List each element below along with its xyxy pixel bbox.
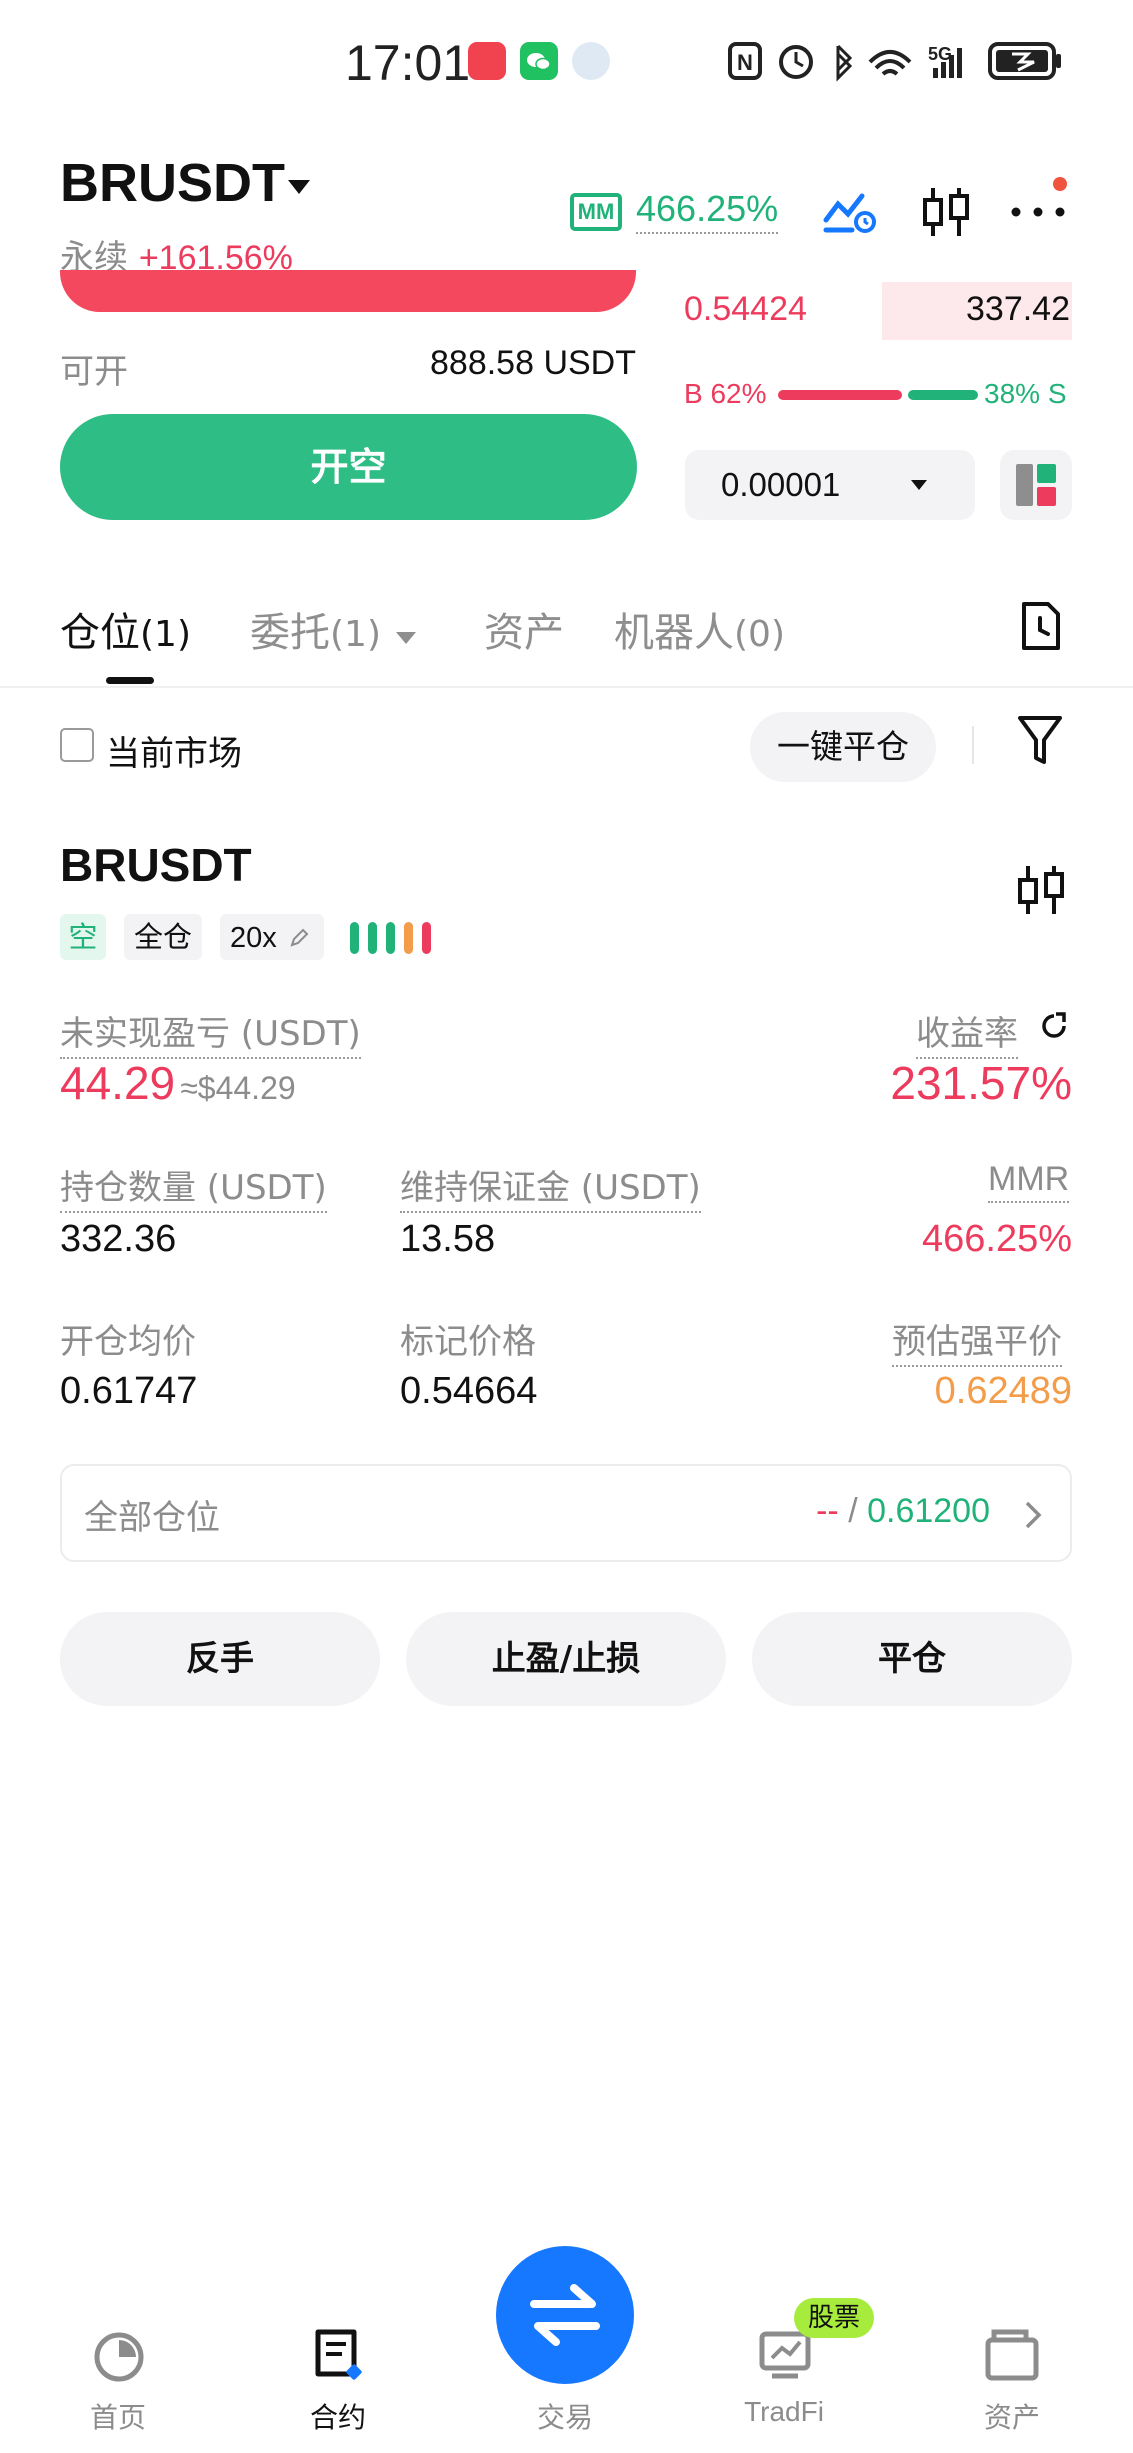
tab-orders[interactable]: 委托(1) [250, 600, 418, 658]
maint-margin-label[interactable]: 维持保证金 (USDT) [400, 1160, 701, 1213]
stocks-badge: 股票 [794, 2298, 874, 2338]
precision-value: 0.00001 [721, 466, 841, 503]
entry-price-label: 开仓均价 [60, 1322, 196, 1362]
open-long-button-fragment[interactable] [60, 270, 636, 312]
buy-ratio-bar [778, 390, 902, 400]
available-value: 888.58 USDT [430, 344, 636, 382]
status-time: 17:01 [345, 35, 471, 91]
all-positions-tpsl: -- / 0.61200 [816, 1492, 990, 1530]
filter-icon[interactable] [1016, 714, 1064, 768]
close-all-button[interactable]: 一键平仓 [750, 712, 936, 782]
mmr-label[interactable]: MMR [988, 1160, 1070, 1203]
unrealized-pnl: 44.29 ≈$44.29 [60, 1056, 296, 1110]
share-refresh-icon[interactable] [1038, 1010, 1070, 1042]
mmr-value: 466.25% [921, 1218, 1072, 1260]
chevron-right-icon [1025, 1501, 1042, 1529]
open-short-button[interactable]: 开空 [60, 414, 637, 520]
side-tag: 空 [60, 914, 106, 960]
position-chart-icon[interactable] [1016, 862, 1066, 918]
tab-divider [0, 686, 1133, 688]
all-positions-label: 全部仓位 [84, 1498, 220, 1538]
roe-label[interactable]: 收益率 [916, 1006, 1018, 1059]
symbol-title[interactable]: BRUSDT [60, 152, 285, 214]
candlestick-chart-icon[interactable] [920, 184, 972, 240]
symbol-dropdown-icon[interactable] [286, 178, 312, 196]
precision-select[interactable]: 0.00001 [685, 450, 975, 520]
svg-text:5G: 5G [928, 44, 952, 64]
price-alert-icon[interactable] [822, 190, 878, 236]
assets-wallet-icon[interactable] [984, 2326, 1040, 2382]
sell-ratio-label: 38% S [984, 378, 1067, 409]
chevron-down-icon [911, 480, 927, 490]
mmr-badge-icon: MM [570, 193, 622, 231]
unrealized-pnl-value: 44.29 [60, 1057, 176, 1109]
maint-margin-value: 13.58 [400, 1218, 496, 1260]
liq-price-value: 0.62489 [934, 1370, 1072, 1412]
position-symbol[interactable]: BRUSDT [60, 838, 252, 892]
adl-indicator-icon [350, 922, 431, 954]
close-position-button[interactable]: 平仓 [752, 1612, 1072, 1706]
trade-fab-button[interactable] [496, 2246, 634, 2384]
liq-price-label[interactable]: 预估强平价 [892, 1314, 1062, 1367]
sell-ratio-bar [908, 390, 978, 400]
history-icon[interactable] [1018, 600, 1062, 652]
ask-size: 337.42 [966, 290, 1070, 328]
position-size-label[interactable]: 持仓数量 (USDT) [60, 1160, 327, 1213]
system-status-icons: N 5G [728, 42, 1061, 82]
more-menu-icon[interactable] [1010, 176, 1074, 226]
entry-price-value: 0.61747 [60, 1370, 198, 1412]
tab-bots[interactable]: 机器人(0) [614, 600, 785, 658]
roe-value: 231.57% [890, 1057, 1072, 1109]
mark-price-value: 0.54664 [400, 1370, 538, 1412]
margin-mode-tag: 全仓 [124, 914, 202, 960]
nav-futures-label[interactable]: 合约 [258, 2396, 418, 2436]
reverse-position-button[interactable]: 反手 [60, 1612, 380, 1706]
tab-positions[interactable]: 仓位(1) [60, 600, 191, 658]
active-tab-indicator [106, 677, 154, 684]
tab-assets[interactable]: 资产 [484, 600, 564, 658]
all-positions-tp: -- [816, 1492, 839, 1530]
current-market-label[interactable]: 当前市场 [106, 726, 242, 775]
home-icon[interactable] [92, 2330, 146, 2384]
available-label: 可开 [60, 352, 128, 392]
layout-icon [1016, 464, 1056, 506]
nav-trade-label[interactable]: 交易 [485, 2396, 645, 2436]
nav-home-label[interactable]: 首页 [38, 2396, 198, 2436]
app-notification-icon [572, 42, 610, 80]
mark-price-label: 标记价格 [400, 1322, 536, 1362]
caret-down-icon [395, 632, 416, 644]
tpsl-button[interactable]: 止盈/止损 [406, 1612, 726, 1706]
filter-divider [972, 726, 974, 764]
svg-text:N: N [737, 50, 753, 75]
orderbook-layout-button[interactable] [1000, 450, 1072, 520]
wechat-icon [520, 42, 558, 80]
ask-price[interactable]: 0.54424 [684, 290, 807, 329]
header-mmr-value[interactable]: 466.25% [636, 188, 779, 234]
all-positions-tpsl-row[interactable]: 全部仓位 -- / 0.61200 [60, 1464, 1072, 1562]
edit-icon [290, 928, 309, 947]
position-size-value: 332.36 [60, 1218, 177, 1260]
huawei-appgallery-icon [468, 42, 506, 80]
all-positions-sl: 0.61200 [867, 1492, 990, 1530]
unrealized-pnl-usd: ≈$44.29 [180, 1070, 296, 1106]
leverage-tag[interactable]: 20x [220, 914, 324, 960]
nav-tradfi-label[interactable]: TradFi [704, 2396, 864, 2428]
nav-assets-label[interactable]: 资产 [932, 2396, 1092, 2436]
buy-ratio-label: B 62% [684, 378, 767, 409]
current-market-checkbox[interactable] [60, 728, 94, 762]
unrealized-pnl-label[interactable]: 未实现盈亏 (USDT) [60, 1006, 361, 1059]
swap-arrows-icon [530, 2284, 600, 2346]
futures-icon[interactable] [312, 2328, 366, 2386]
